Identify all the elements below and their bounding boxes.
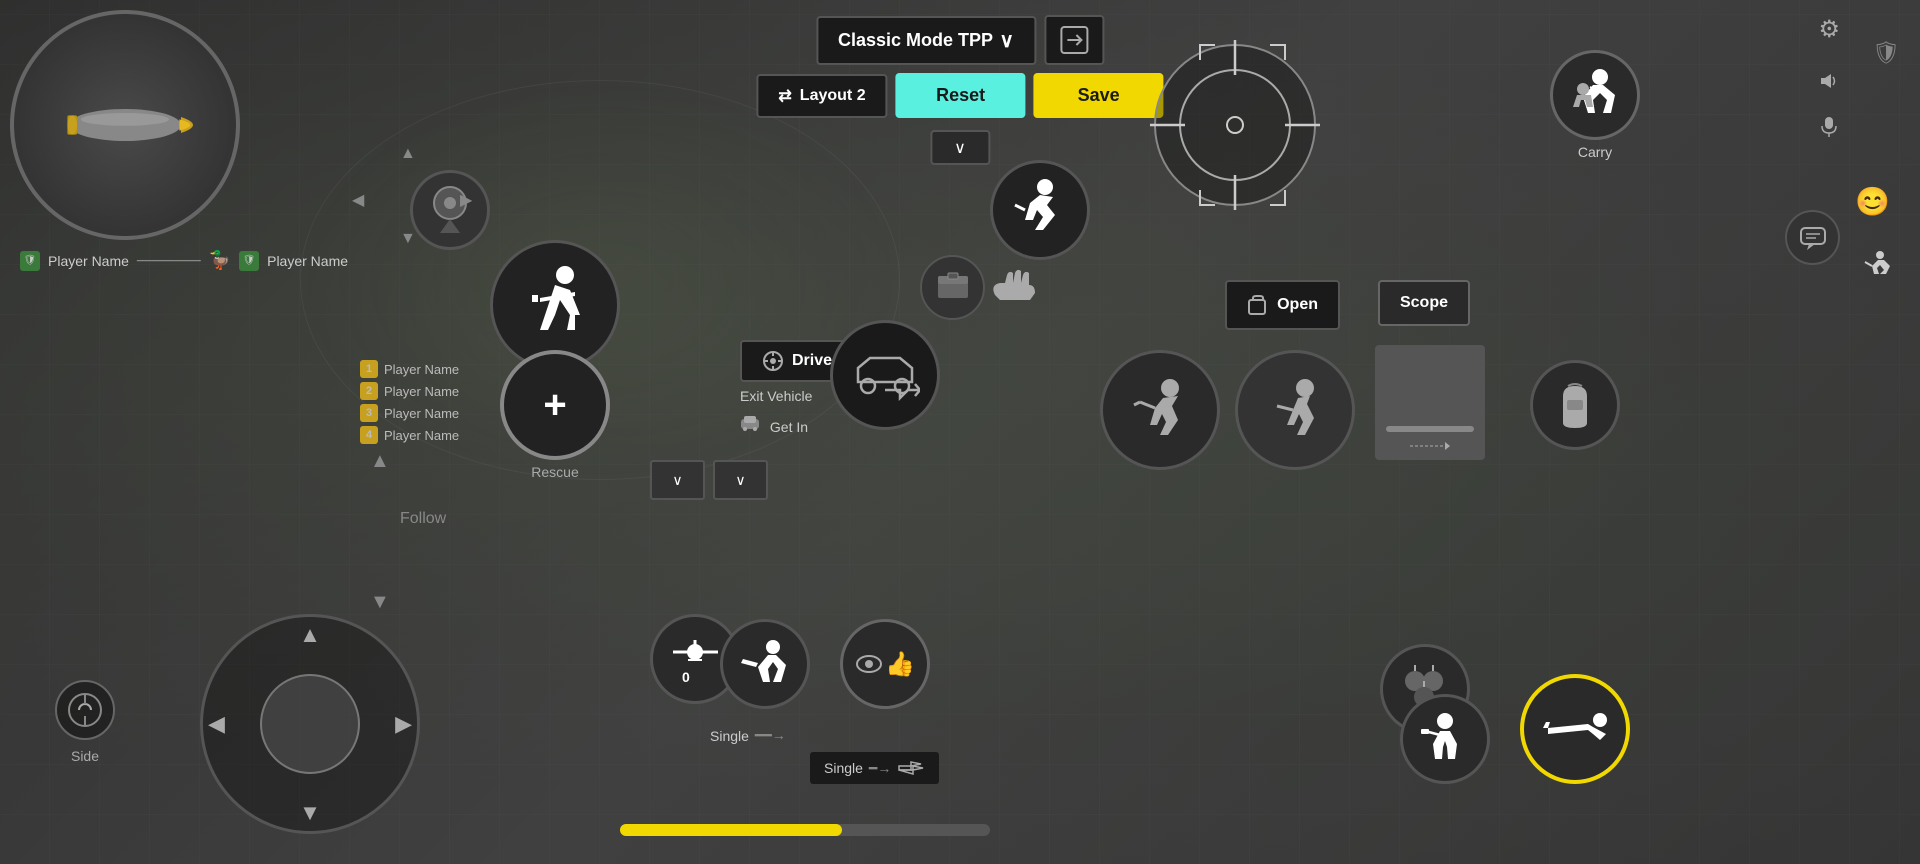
team-item-3: 3 Player Name: [360, 404, 459, 422]
export-button[interactable]: [1044, 15, 1104, 65]
weapon-bar: [1386, 426, 1474, 432]
open-label: Open: [1277, 296, 1318, 314]
pin-down-arrow[interactable]: ▼: [400, 230, 416, 248]
svg-text:0: 0: [682, 669, 690, 685]
joystick-arrow-right: ▶: [395, 711, 412, 737]
team-item-2: 2 Player Name: [360, 382, 459, 400]
team-num-3: 3: [360, 404, 378, 422]
team-player-3: Player Name: [384, 406, 459, 421]
stand-shooter-button[interactable]: [1400, 694, 1490, 784]
small-chevron-right[interactable]: ∨: [713, 460, 768, 500]
carry-button[interactable]: Carry: [1550, 50, 1640, 160]
player-badge-1: 🛡: [20, 251, 40, 271]
exit-vehicle-label: Exit Vehicle: [740, 388, 812, 404]
single-label-row-2: Single ━→: [810, 752, 939, 784]
run-right-button[interactable]: [1862, 250, 1890, 285]
rescue-label: Rescue: [531, 464, 578, 480]
scope-button[interactable]: Scope: [1378, 280, 1470, 326]
follow-button[interactable]: Follow: [400, 510, 446, 528]
single-text-2: Single: [824, 760, 863, 776]
team-down-arrow[interactable]: ▼: [370, 591, 390, 614]
chevron-controls: ∨ ∨: [650, 460, 768, 500]
thumbs-up-button[interactable]: 👍: [840, 619, 930, 709]
drive-circle-button[interactable]: [830, 320, 940, 430]
emoji-button[interactable]: 😊: [1855, 185, 1890, 218]
hand-icon: [985, 265, 1040, 310]
team-up-arrow[interactable]: ▲: [370, 450, 390, 473]
team-player-4: Player Name: [384, 428, 459, 443]
team-player-1: Player Name: [384, 362, 459, 377]
joystick-arrow-left: ◀: [208, 711, 225, 737]
joystick-arrow-down: ▼: [299, 800, 321, 826]
layout-label: Layout 2: [800, 87, 866, 105]
shield-button[interactable]: 🛡: [1872, 40, 1900, 66]
team-list: 1 Player Name 2 Player Name 3 Player Nam…: [360, 360, 459, 444]
team-num-1: 1: [360, 360, 378, 378]
rescue-circle: +: [500, 350, 610, 460]
prone-button[interactable]: [1520, 674, 1630, 784]
single-button[interactable]: [720, 619, 810, 709]
player-name-2: Player Name: [267, 253, 348, 269]
ammo-display: [10, 10, 240, 240]
pin-left-arrow[interactable]: ◀: [352, 190, 364, 210]
pin-up-arrow[interactable]: ▲: [400, 145, 416, 163]
progress-bar: [620, 824, 990, 836]
thumbs-up-icon: 👍: [885, 650, 915, 679]
shoot-prone-figure-button[interactable]: [1235, 350, 1355, 470]
shoot-standing-button[interactable]: [1100, 350, 1220, 470]
collapse-icon: ∨: [954, 138, 966, 158]
player-badge-2: 🛡: [239, 251, 259, 271]
pin-right-arrow[interactable]: ▶: [460, 190, 472, 210]
side-label: Side: [71, 748, 99, 764]
player-name-1: Player Name: [48, 253, 129, 269]
single-text-1: Single: [710, 728, 749, 744]
chevron-down-icon: ∨: [999, 28, 1014, 53]
collapse-button[interactable]: ∨: [930, 130, 990, 165]
open-button[interactable]: Open: [1225, 280, 1340, 330]
joystick-outer[interactable]: ◀ ▶ ▲ ▼: [200, 614, 420, 834]
drive-label: Drive: [792, 352, 832, 370]
side-control[interactable]: Side: [55, 680, 115, 764]
small-chevron-left[interactable]: ∨: [650, 460, 705, 500]
mic-button[interactable]: [1818, 115, 1840, 143]
settings-button[interactable]: ⚙: [1818, 15, 1840, 44]
joystick-inner[interactable]: [260, 674, 360, 774]
joystick-arrow-up: ▲: [299, 622, 321, 648]
layout-swap-icon: ⇄: [778, 86, 791, 106]
chat-button[interactable]: [1785, 210, 1840, 265]
rescue-button[interactable]: + Rescue: [500, 350, 610, 480]
scope-label: Scope: [1400, 294, 1448, 311]
mode-selector: Classic Mode TPP ∨ ⇄ Layout 2 Reset Save: [756, 15, 1163, 165]
joystick-area[interactable]: ◀ ▶ ▲ ▼: [200, 614, 420, 834]
side-icon: [55, 680, 115, 740]
team-item-4: 4 Player Name: [360, 426, 459, 444]
backpack-button[interactable]: [1530, 360, 1620, 450]
weapon-slot-placeholder[interactable]: [1375, 345, 1485, 460]
carry-circle: [1550, 50, 1640, 140]
single-label-row-1: Single ━━→: [710, 727, 786, 744]
inventory-item-button[interactable]: [920, 255, 985, 320]
team-item-1: 1 Player Name: [360, 360, 459, 378]
volume-button[interactable]: [1818, 70, 1840, 98]
team-player-2: Player Name: [384, 384, 459, 399]
get-in-label: Get In: [770, 419, 808, 435]
run-action-button[interactable]: [990, 160, 1090, 260]
mode-label: Classic Mode TPP: [838, 30, 993, 51]
reset-button[interactable]: Reset: [896, 73, 1026, 118]
team-num-4: 4: [360, 426, 378, 444]
player-name-row-1: 🛡 Player Name ───── 🦆 🛡 Player Name: [20, 250, 348, 271]
location-pin-button[interactable]: [410, 170, 490, 250]
mode-dropdown[interactable]: Classic Mode TPP ∨: [816, 16, 1036, 65]
carry-label: Carry: [1578, 144, 1612, 160]
crosshair-aim[interactable]: [1140, 30, 1330, 220]
layout-button[interactable]: ⇄ Layout 2: [756, 74, 887, 118]
progress-fill: [620, 824, 842, 836]
team-num-2: 2: [360, 382, 378, 400]
